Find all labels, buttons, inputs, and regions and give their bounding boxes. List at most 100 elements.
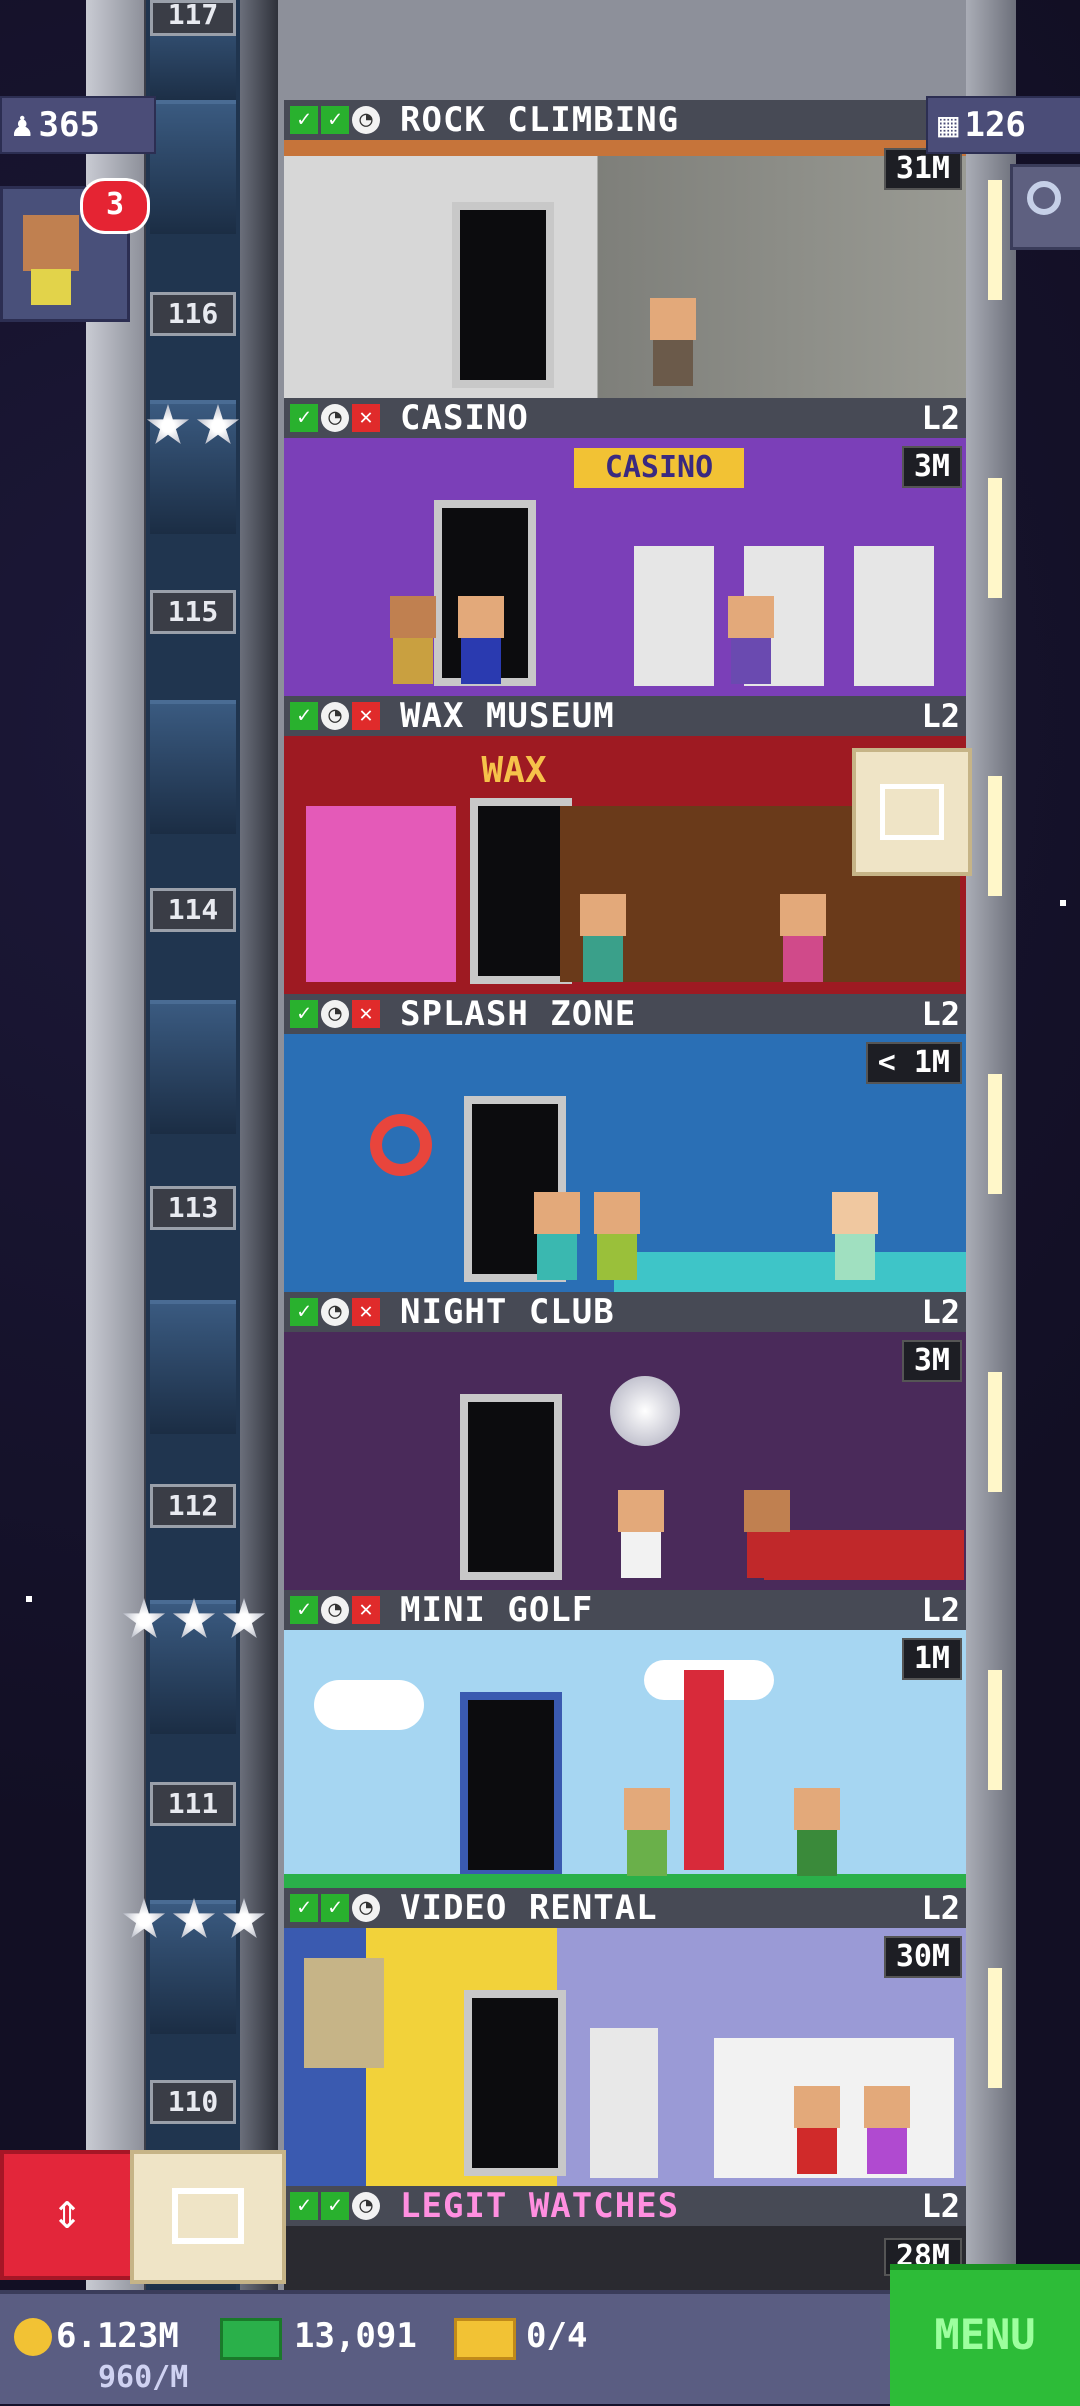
check-icon: ✓ (290, 2192, 318, 2220)
life-ring (370, 1114, 432, 1176)
floor-video-rental[interactable]: ✓ ✓ ◔ VIDEO RENTAL L2 30M (284, 1888, 966, 2186)
bitizen[interactable] (624, 1788, 670, 1876)
lounge-sofa (764, 1530, 964, 1580)
timer-badge: 3M (901, 1340, 962, 1382)
bux-icon (220, 2318, 282, 2360)
floor-stars (122, 1898, 266, 1948)
cloud-decoration (314, 1680, 424, 1730)
x-icon: ✕ (352, 702, 380, 730)
bitizen[interactable] (864, 2086, 910, 2174)
disco-ball (610, 1376, 680, 1446)
bitizen[interactable] (728, 596, 774, 684)
income-rate: 960/M (98, 2360, 189, 2395)
floor-level: L2 (921, 995, 960, 1033)
poster (304, 1958, 384, 2068)
floor-mini-golf[interactable]: ✓ ◔ ✕ MINI GOLF L2 1M (284, 1590, 966, 1888)
floor-door (470, 798, 572, 984)
tower-window (988, 1670, 1002, 1790)
bitizen[interactable] (458, 596, 504, 684)
floor-door (460, 1394, 562, 1580)
building-icon: ▦ (938, 105, 959, 145)
check-icon: ✓ (290, 1298, 318, 1326)
magnifier-icon (1027, 181, 1061, 215)
tickets-value: 0/4 (526, 2316, 588, 2356)
pool-water (614, 1252, 966, 1292)
check-icon: ✓ (290, 1000, 318, 1028)
tower-window (988, 180, 1002, 300)
up-down-arrow-icon: ⇕ (51, 2182, 83, 2240)
timer-badge: 1M (901, 1638, 962, 1680)
floor-level: L2 (921, 1293, 960, 1331)
floor-number: 117 (150, 0, 236, 36)
clock-icon: ◔ (321, 1000, 349, 1028)
floor-level: L2 (921, 1591, 960, 1629)
building-level-counter[interactable]: ▦ 126 (926, 96, 1080, 154)
bitizen[interactable] (594, 1192, 640, 1280)
clock-icon: ◔ (321, 1596, 349, 1624)
check-icon: ✓ (290, 1596, 318, 1624)
floor-splash-zone[interactable]: ✓ ◔ ✕ SPLASH ZONE L2 < 1M (284, 994, 966, 1292)
floor-name: ROCK CLIMBING (400, 100, 680, 140)
supply-crate-button[interactable] (852, 748, 972, 876)
crate-icon (880, 784, 944, 840)
floor-header: ✓ ◔ ✕ NIGHT CLUB L2 (284, 1292, 966, 1335)
floor-name: MINI GOLF (400, 1590, 594, 1630)
star-icon (196, 404, 240, 445)
bitizen[interactable] (794, 2086, 840, 2174)
timer-badge: 31M (883, 148, 962, 190)
floor-door (464, 1990, 566, 2176)
slot-machine (854, 546, 934, 686)
bux-value: 13,091 (294, 2316, 417, 2356)
floor-number: 112 (150, 1484, 236, 1528)
floor-number: 110 (150, 2080, 236, 2124)
bitizen[interactable] (390, 596, 436, 684)
build-crate-button[interactable] (130, 2150, 286, 2284)
visitor-avatar-body (31, 269, 71, 305)
population-counter[interactable]: ♟ 365 (0, 96, 156, 154)
floor-rock-climbing[interactable]: ✓ ✓ ◔ ROCK CLIMBING 31M (284, 100, 966, 398)
slot-machine (634, 546, 714, 686)
person-icon: ♟ (12, 105, 33, 145)
clock-icon: ◔ (321, 404, 349, 432)
timer-badge: 30M (883, 1936, 962, 1978)
floor-stars (122, 1598, 266, 1648)
bitizen[interactable] (580, 894, 626, 982)
menu-button[interactable]: MENU (890, 2264, 1080, 2406)
timer-badge: < 1M (865, 1042, 962, 1084)
check-icon: ✓ (321, 2192, 349, 2220)
floor-name: LEGIT WATCHES (400, 2186, 680, 2226)
floor-number: 113 (150, 1186, 236, 1230)
star-icon (222, 1598, 266, 1639)
windmill (684, 1670, 724, 1870)
floor-header: ✓ ✓ ◔ LEGIT WATCHES L2 (284, 2186, 966, 2229)
bitizen[interactable] (832, 1192, 878, 1280)
wax-figure-booth (306, 806, 456, 982)
tower-window (988, 1372, 1002, 1492)
clock-icon: ◔ (321, 1298, 349, 1326)
casino-sign: CASINO (574, 448, 744, 488)
clock-icon: ◔ (321, 702, 349, 730)
floor-legit-watches[interactable]: ✓ ✓ ◔ LEGIT WATCHES L2 28M (284, 2186, 966, 2290)
star-decoration (1060, 900, 1066, 906)
star-icon (222, 1898, 266, 1939)
floor-number: 114 (150, 888, 236, 932)
bitizen[interactable] (618, 1490, 664, 1578)
bitizen[interactable] (780, 894, 826, 982)
bitizen[interactable] (744, 1490, 790, 1578)
floor-casino[interactable]: ✓ ◔ ✕ CASINO L2 CASINO 3M (284, 398, 966, 696)
coin-icon (14, 2318, 52, 2356)
floor-level: L2 (921, 399, 960, 437)
bitizen[interactable] (650, 298, 696, 386)
bitizen[interactable] (794, 1788, 840, 1876)
floor-level: L2 (921, 2187, 960, 2225)
floor-stars (146, 404, 240, 454)
floor-level: L2 (921, 697, 960, 735)
floor-door (452, 202, 554, 388)
wax-sign: WAX (481, 750, 547, 791)
elevator-button[interactable]: ⇕ (0, 2150, 134, 2280)
video-kiosk (590, 2028, 658, 2178)
bitizen[interactable] (534, 1192, 580, 1280)
search-button[interactable] (1010, 164, 1080, 250)
floor-name: NIGHT CLUB (400, 1292, 615, 1332)
floor-night-club[interactable]: ✓ ◔ ✕ NIGHT CLUB L2 3M (284, 1292, 966, 1590)
